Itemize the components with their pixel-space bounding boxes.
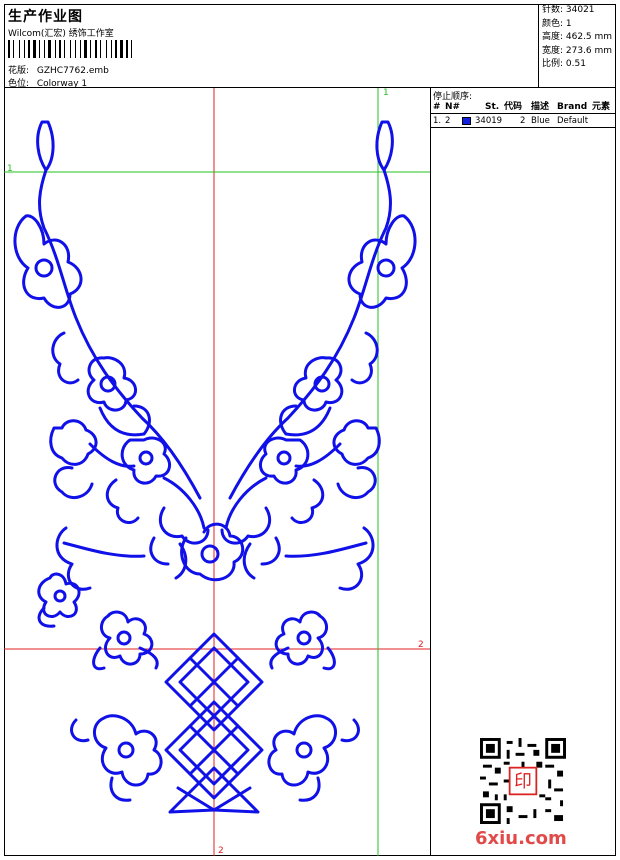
barcode	[8, 40, 154, 58]
row-stitches: 34019	[475, 116, 503, 126]
left-lower-flower-bottom	[70, 714, 163, 802]
design-file-label: 花版:	[8, 66, 30, 76]
sheet-title: 生产作业图	[8, 9, 83, 25]
qr-code: 印	[480, 738, 566, 824]
col-element: 元素	[592, 102, 611, 112]
design-info-panel: 针数: 34021 颜色: 1 高度: 462.5 mm 宽度: 273.6 m…	[538, 4, 616, 88]
row-desc: Blue	[531, 116, 550, 126]
col-needle: N#	[445, 102, 461, 112]
color-count: 颜色: 1	[542, 18, 572, 29]
row-number: 1.	[433, 116, 442, 126]
sheet-header: 生产作业图 Wilcom(汇宏) 绣饰工作室 花版: GZHC7762.emb …	[4, 4, 616, 89]
design-height: 高度: 462.5 mm	[542, 32, 613, 42]
col-code: 代码	[504, 102, 523, 112]
guide-label-right-2: 2	[418, 640, 424, 650]
stitch-count: 针数: 34021	[542, 5, 595, 15]
col-stitches: St.	[485, 102, 500, 112]
stop-sequence-header: # N# St. 代码 描述 Brand 元素	[431, 101, 616, 114]
guide-label-top-1: 1	[383, 88, 389, 98]
stop-sequence-row[interactable]: 1. 2 34019 2 Blue Default	[431, 115, 616, 128]
col-brand: Brand	[557, 102, 588, 112]
qr-stamp: 印	[514, 771, 532, 792]
thread-color-swatch	[462, 117, 471, 125]
embroidery-drawing	[4, 88, 430, 856]
row-needle: 2	[445, 116, 451, 126]
design-file-value: GZHC7762.emb	[36, 66, 109, 76]
row-brand: Default	[557, 116, 589, 126]
row-code: 2	[520, 116, 526, 126]
right-lower-flower-upper	[269, 610, 336, 671]
left-lower-flower-upper	[92, 610, 159, 671]
guide-label-left-1: 1	[7, 164, 13, 174]
right-lower-flower-bottom	[267, 714, 360, 802]
design-canvas[interactable]: 1 1 2 2	[4, 88, 431, 856]
embroidery-motif	[13, 120, 417, 814]
sheet-subtitle: Wilcom(汇宏) 绣饰工作室	[8, 29, 114, 39]
watermark-logo: 6xiu.com	[475, 828, 567, 849]
col-desc: 描述	[531, 102, 550, 112]
left-arm-motif	[13, 120, 245, 591]
design-width: 宽度: 273.6 mm	[542, 45, 613, 56]
col-number: #	[433, 102, 441, 112]
guide-label-bottom-2: 2	[218, 846, 224, 856]
right-arm-motif	[220, 120, 417, 591]
left-small-flower	[37, 572, 81, 628]
design-scale: 比例: 0.51	[542, 59, 586, 69]
design-file-line: 花版: GZHC7762.emb	[8, 63, 109, 76]
